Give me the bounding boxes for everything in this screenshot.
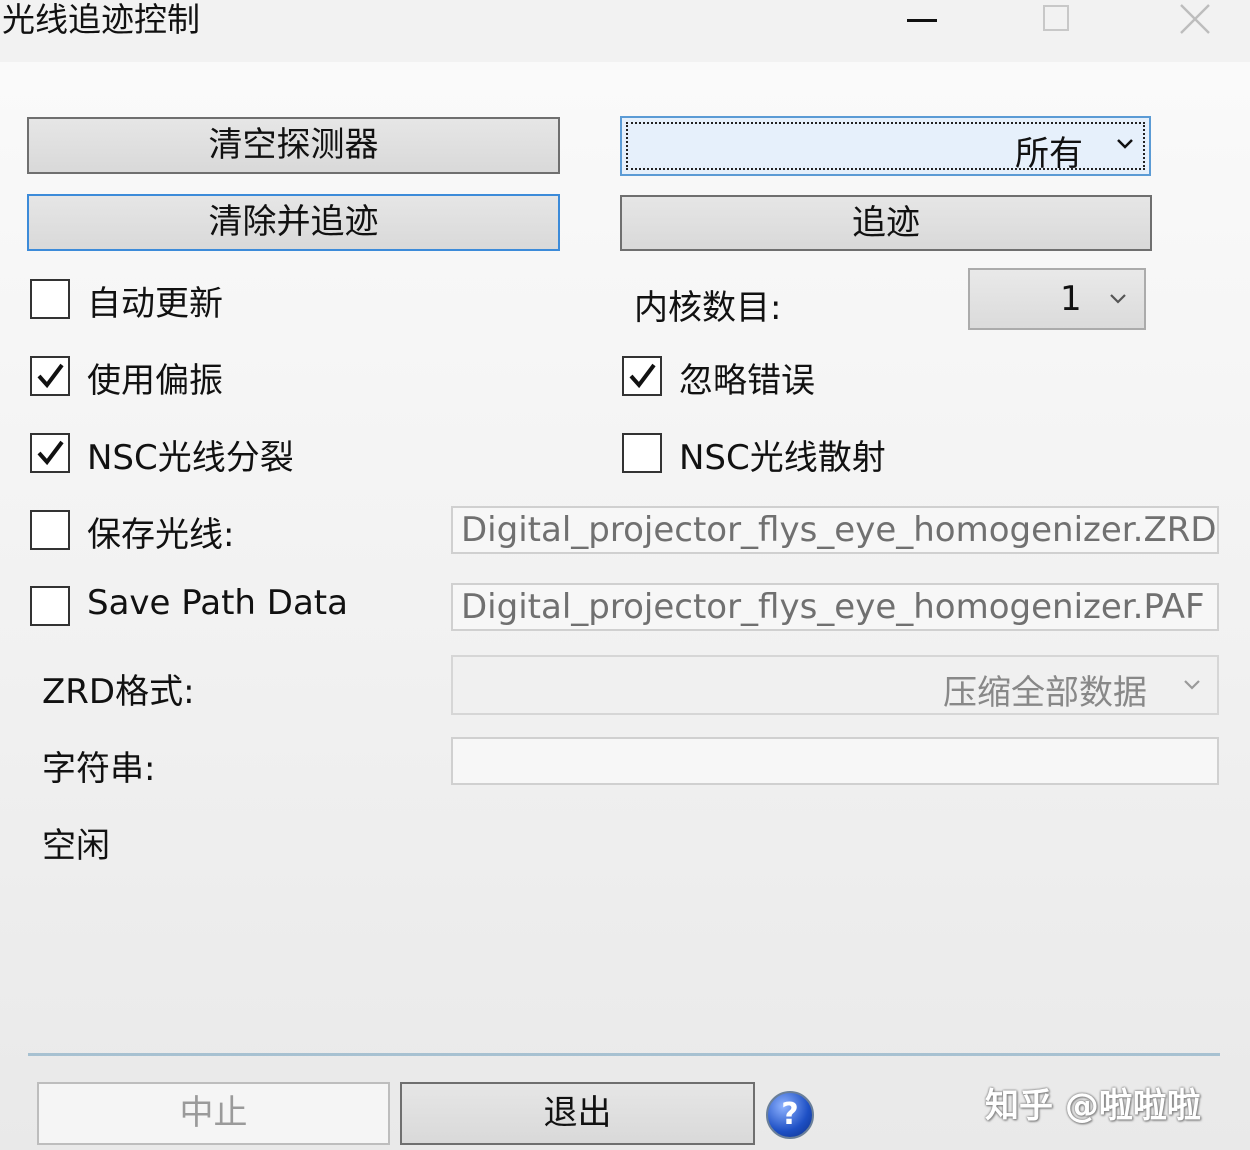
close-button[interactable]	[1165, 0, 1225, 45]
exit-button[interactable]: 退出	[400, 1082, 755, 1145]
save-path-data-label: Save Path Data	[87, 583, 348, 623]
nsc-ray-scatter-label: NSC光线散射	[679, 438, 886, 478]
help-icon: ?	[781, 1097, 799, 1132]
clear-detectors-button[interactable]: 清空探测器	[27, 117, 560, 174]
zrd-format-value: 压缩全部数据	[943, 673, 1147, 713]
minimize-icon	[907, 19, 937, 22]
save-rays-label: 保存光线:	[87, 515, 235, 555]
core-count-label: 内核数目:	[634, 288, 782, 328]
core-count-select[interactable]: 1	[968, 268, 1146, 330]
nsc-ray-split-checkbox[interactable]	[30, 433, 70, 473]
status-text: 空闲	[42, 826, 110, 866]
zrd-format-label: ZRD格式:	[42, 672, 195, 712]
use-polarization-label: 使用偏振	[87, 361, 223, 401]
save-rays-checkbox[interactable]	[30, 510, 70, 550]
maximize-button[interactable]	[1027, 0, 1087, 45]
bottom-divider	[28, 1053, 1220, 1056]
help-button[interactable]: ?	[766, 1091, 814, 1139]
detector-select-value: 所有	[1015, 134, 1083, 174]
paf-file-field[interactable]: Digital_projector_flys_eye_homogenizer.P…	[451, 583, 1219, 631]
zrd-format-select[interactable]: 压缩全部数据	[451, 655, 1219, 715]
titlebar: 光线追迹控制	[0, 0, 1250, 62]
use-polarization-checkbox[interactable]	[30, 356, 70, 396]
window-title: 光线追迹控制	[2, 0, 200, 39]
detector-select[interactable]: 所有	[620, 116, 1151, 176]
checkmark-icon	[629, 363, 656, 389]
watermark: 知乎 @啦啦啦	[985, 1086, 1201, 1126]
maximize-icon	[1043, 5, 1069, 31]
zrd-file-field[interactable]: Digital_projector_flys_eye_homogenizer.Z…	[451, 506, 1219, 554]
chevron-down-icon	[1110, 294, 1126, 304]
filter-string-input[interactable]	[451, 737, 1219, 785]
chevron-down-icon	[1117, 139, 1133, 149]
checkmark-icon	[37, 363, 64, 389]
trace-button[interactable]: 追迹	[620, 195, 1152, 251]
nsc-ray-split-label: NSC光线分裂	[87, 438, 294, 478]
ignore-errors-label: 忽略错误	[679, 361, 815, 401]
clear-and-trace-button[interactable]: 清除并追迹	[27, 194, 560, 251]
save-path-data-checkbox[interactable]	[30, 586, 70, 626]
close-icon	[1180, 4, 1210, 34]
ignore-errors-checkbox[interactable]	[622, 356, 662, 396]
auto-update-label: 自动更新	[87, 284, 223, 324]
filter-string-label: 字符串:	[42, 749, 156, 789]
checkmark-icon	[37, 440, 64, 466]
nsc-ray-scatter-checkbox[interactable]	[622, 433, 662, 473]
auto-update-checkbox[interactable]	[30, 279, 70, 319]
abort-button[interactable]: 中止	[37, 1082, 390, 1145]
core-count-value: 1	[1060, 279, 1082, 319]
minimize-button[interactable]	[892, 0, 952, 45]
chevron-down-icon	[1184, 680, 1200, 690]
